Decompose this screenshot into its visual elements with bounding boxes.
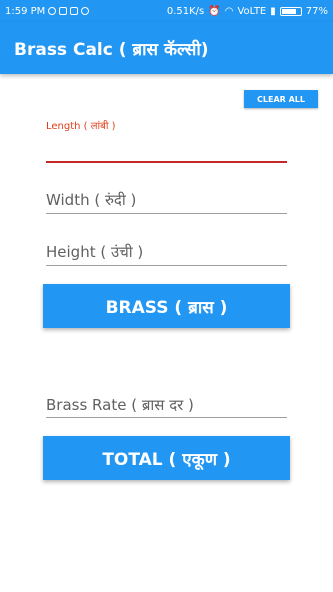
- notification-icon: [59, 7, 68, 15]
- total-button[interactable]: TOTAL ( एकूण ): [43, 436, 290, 480]
- navigation-bar: [0, 552, 333, 592]
- battery-percent: 77%: [305, 5, 328, 17]
- length-underline: [46, 161, 287, 163]
- brass-rate-underline: [46, 417, 287, 418]
- length-input[interactable]: [46, 134, 287, 160]
- network-speed: 0.51K/s: [166, 5, 205, 17]
- signal-icon: ▮: [270, 5, 276, 17]
- wifi-icon: ◠: [224, 5, 234, 17]
- app-title: Brass Calc ( ब्रास कॅल्सी): [14, 40, 209, 60]
- network-type: VoLTE: [237, 5, 267, 17]
- brass-rate-input[interactable]: Brass Rate ( ब्रास दर ): [46, 395, 194, 415]
- sim-icon: [70, 7, 79, 15]
- battery-icon: [279, 6, 302, 16]
- clear-all-button[interactable]: CLEAR ALL: [244, 90, 318, 108]
- length-label: Length ( लांबी ): [46, 121, 116, 132]
- width-input[interactable]: Width ( रुंदी ): [46, 190, 136, 210]
- width-underline: [46, 213, 287, 214]
- height-underline: [46, 265, 287, 266]
- status-time: 1:59 PM: [5, 5, 46, 17]
- whatsapp-icon: [81, 7, 90, 15]
- brass-button[interactable]: BRASS ( ब्रास ): [43, 284, 290, 328]
- height-input[interactable]: Height ( उंची ): [46, 242, 143, 262]
- app-bar: Brass Calc ( ब्रास कॅल्सी): [0, 22, 333, 74]
- messenger-icon: [48, 7, 57, 15]
- alarm-icon: ⏰: [208, 5, 221, 17]
- status-bar: 1:59 PM 0.51K/s ⏰ ◠ VoLTE ▮ 77%: [0, 0, 333, 22]
